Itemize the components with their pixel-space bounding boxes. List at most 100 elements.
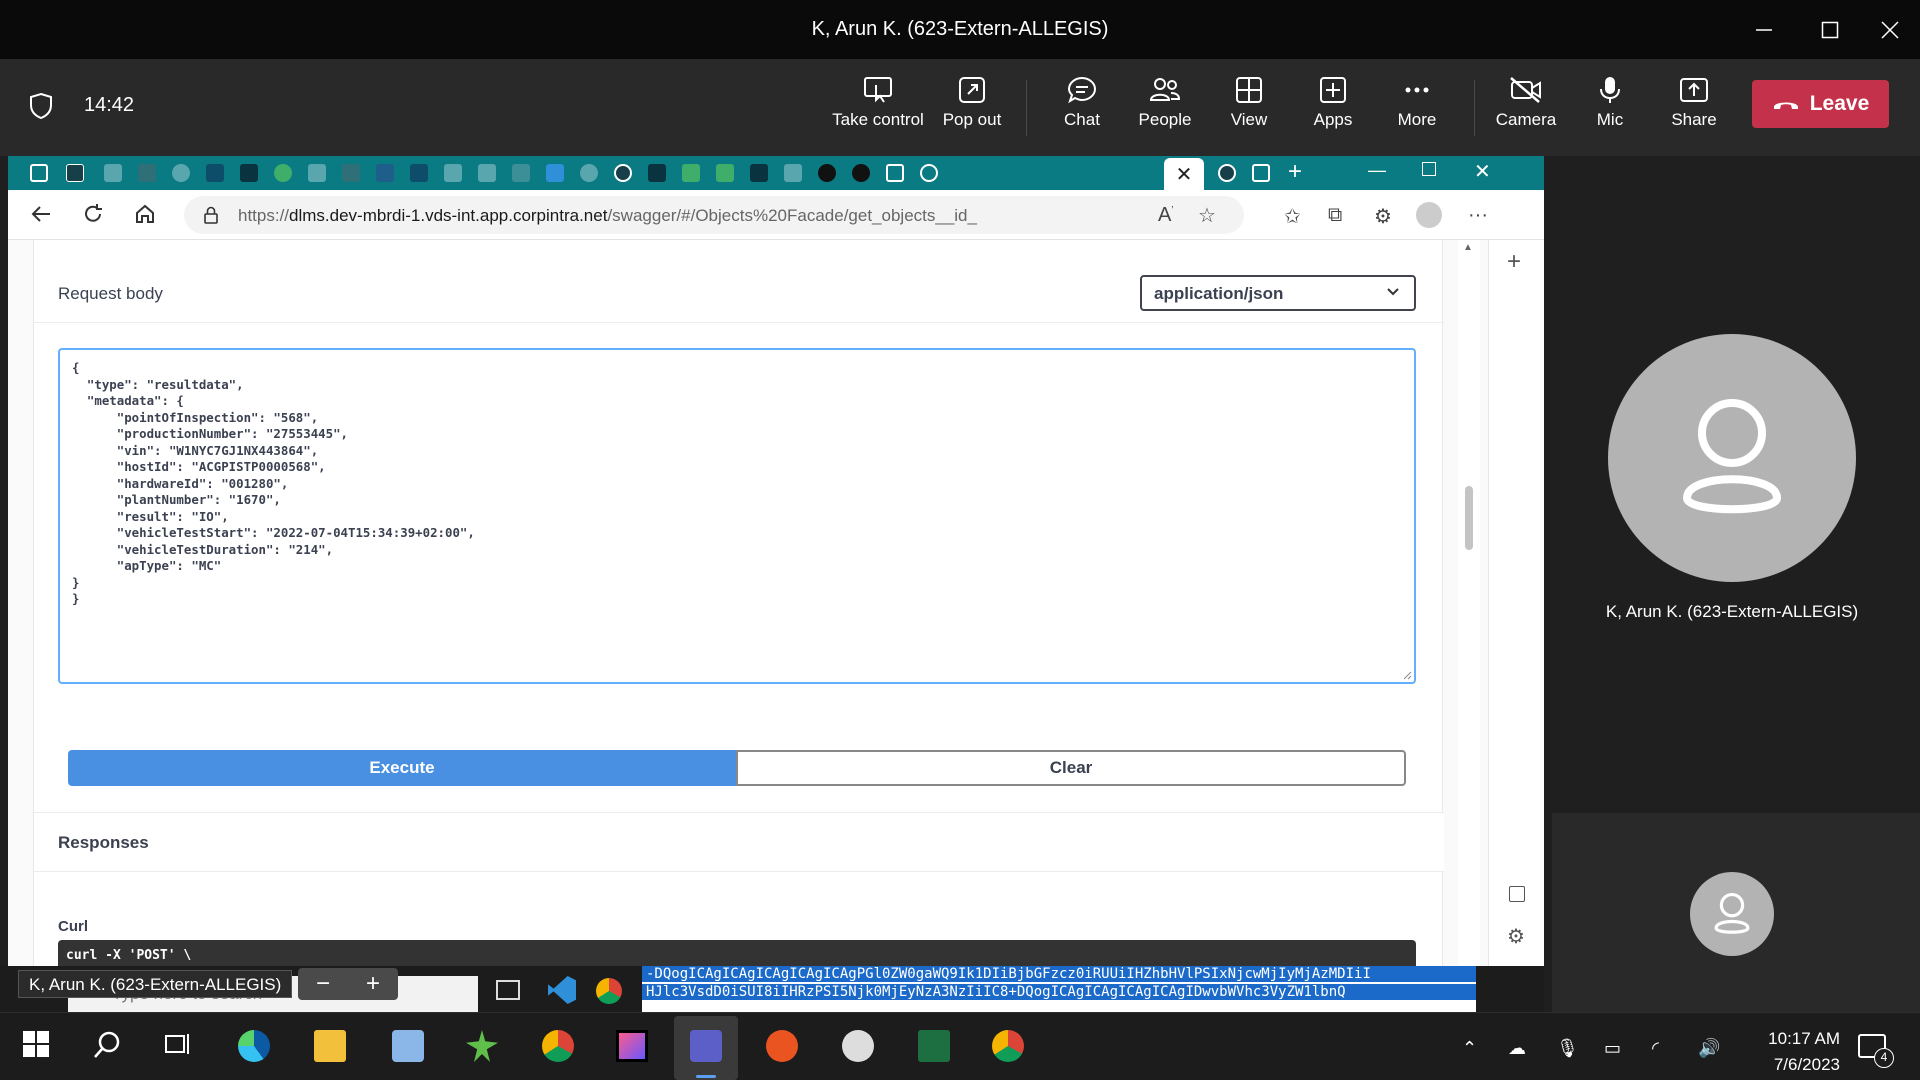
windows-start-icon[interactable] — [22, 1030, 54, 1062]
new-tab-icon[interactable]: + — [1288, 158, 1302, 186]
pop-out-button[interactable]: Pop out — [924, 76, 1020, 130]
tab-favicon[interactable] — [750, 164, 768, 182]
tab-favicon[interactable] — [274, 164, 292, 182]
camera-button[interactable]: Camera — [1478, 76, 1574, 130]
settings-gear-icon[interactable] — [842, 1030, 874, 1062]
zoom-in-icon[interactable]: + — [366, 970, 380, 998]
back-icon[interactable] — [30, 203, 52, 231]
sidebar-toggle-icon[interactable] — [1509, 886, 1525, 902]
tab-favicon[interactable] — [682, 164, 700, 182]
home-icon[interactable] — [134, 203, 156, 231]
favorite-star-icon[interactable]: ☆ — [1198, 203, 1216, 228]
tab-favicon[interactable] — [920, 164, 938, 182]
tab-favicon[interactable] — [172, 164, 190, 182]
apps-button[interactable]: Apps — [1285, 76, 1381, 130]
profile-avatar[interactable] — [1416, 202, 1442, 228]
app-icon[interactable] — [392, 1030, 424, 1062]
battery-icon[interactable]: ▭ — [1604, 1038, 1621, 1059]
teams-icon[interactable] — [690, 1030, 722, 1062]
tab-favicon[interactable] — [342, 164, 360, 182]
tab-favicon[interactable] — [580, 164, 598, 182]
tab-favicon[interactable] — [478, 164, 496, 182]
tab-favicon[interactable] — [240, 164, 258, 182]
tab-favicon[interactable] — [376, 164, 394, 182]
tab-favicon[interactable] — [1252, 164, 1270, 182]
chrome-icon[interactable] — [596, 978, 622, 1004]
tab-actions-icon[interactable] — [66, 164, 84, 182]
tab-favicon[interactable] — [138, 164, 156, 182]
browser-close-icon[interactable]: ✕ — [1474, 159, 1491, 184]
execute-button[interactable]: Execute — [68, 750, 736, 786]
minimize-button[interactable] — [1746, 12, 1782, 48]
chat-button[interactable]: Chat — [1034, 76, 1130, 130]
active-tab[interactable]: ✕ — [1164, 158, 1204, 190]
tab-favicon[interactable] — [648, 164, 666, 182]
chrome-icon[interactable] — [542, 1030, 574, 1062]
onedrive-icon[interactable]: ☁ — [1508, 1038, 1526, 1059]
search-icon[interactable] — [92, 1030, 124, 1062]
task-view-icon[interactable] — [496, 980, 520, 1000]
tab-favicon[interactable] — [104, 164, 122, 182]
leave-button[interactable]: Leave — [1752, 80, 1889, 128]
tab-favicon[interactable] — [512, 164, 530, 182]
github-icon[interactable] — [614, 164, 632, 182]
taskbar-clock[interactable]: 10:17 AM 7/6/2023 — [1730, 1026, 1840, 1078]
tab-favicon[interactable] — [410, 164, 428, 182]
request-body-json[interactable]: { "type": "resultdata", "metadata": { "p… — [72, 360, 1402, 608]
view-button[interactable]: View — [1201, 76, 1297, 130]
workspaces-icon[interactable] — [30, 164, 48, 182]
tab-favicon[interactable] — [852, 164, 870, 182]
volume-icon[interactable]: 🔊 — [1698, 1038, 1720, 1059]
close-tab-icon[interactable]: ✕ — [1176, 162, 1193, 187]
ubuntu-icon[interactable] — [766, 1030, 798, 1062]
content-type-select[interactable]: application/json — [1140, 275, 1416, 311]
browser-restore-icon[interactable] — [1422, 162, 1436, 176]
sidebar-add-icon[interactable]: + — [1507, 248, 1521, 276]
intellij-icon[interactable] — [616, 1030, 648, 1062]
extensions-icon[interactable]: ⚙ — [1374, 204, 1392, 229]
file-explorer-icon[interactable] — [314, 1030, 346, 1062]
wifi-icon[interactable]: ◜ — [1652, 1038, 1659, 1059]
microphone-tray-icon[interactable]: 🎙 — [1556, 1038, 1579, 1059]
sidebar-settings-icon[interactable]: ⚙ — [1507, 924, 1525, 949]
tab-favicon[interactable] — [818, 164, 836, 182]
excel-icon[interactable] — [918, 1030, 950, 1062]
tab-favicon[interactable] — [784, 164, 802, 182]
close-button[interactable] — [1872, 12, 1908, 48]
tab-favicon[interactable] — [886, 164, 904, 182]
page-scrollbar[interactable]: ▲ ▼ — [1458, 240, 1480, 1012]
lock-icon[interactable] — [204, 206, 218, 229]
share-button[interactable]: Share — [1646, 76, 1742, 130]
settings-more-icon[interactable]: ··· — [1468, 204, 1488, 227]
request-body-editor[interactable]: { "type": "resultdata", "metadata": { "p… — [58, 348, 1416, 684]
read-aloud-icon[interactable]: Aʼ — [1158, 204, 1174, 227]
tab-favicon[interactable] — [716, 164, 734, 182]
selected-line: -DQogICAgICAgICAgICAgICAgPGl0ZW0gaWQ9Ik1… — [642, 966, 1476, 982]
tab-favicon[interactable] — [206, 164, 224, 182]
show-hidden-icons[interactable]: ⌃ — [1462, 1038, 1477, 1059]
people-button[interactable]: People — [1117, 76, 1213, 130]
clear-button[interactable]: Clear — [736, 750, 1406, 786]
task-view-icon[interactable] — [164, 1030, 196, 1062]
take-control-button[interactable]: Take control — [830, 76, 926, 130]
mic-button[interactable]: Mic — [1562, 76, 1658, 130]
scroll-up-icon[interactable]: ▲ — [1463, 242, 1473, 253]
participant-avatar[interactable] — [1608, 334, 1856, 582]
tab-favicon[interactable] — [546, 164, 564, 182]
url-field[interactable]: https://dlms.dev-mbrdi-1.vds-int.app.cor… — [184, 196, 1244, 234]
favorites-icon[interactable]: ✩ — [1284, 204, 1301, 229]
self-avatar[interactable] — [1690, 872, 1774, 956]
tab-favicon[interactable] — [308, 164, 326, 182]
maximize-button[interactable] — [1812, 12, 1848, 48]
scrollbar-thumb[interactable] — [1465, 486, 1473, 550]
browser-minimize-icon[interactable]: — — [1368, 160, 1386, 181]
reload-icon[interactable] — [82, 203, 104, 231]
selected-text-snippet[interactable]: -DQogICAgICAgICAgICAgICAgPGl0ZW0gaWQ9Ik1… — [642, 966, 1476, 1012]
chrome-profile-icon[interactable] — [992, 1030, 1024, 1062]
github-icon[interactable] — [1218, 164, 1236, 182]
collections-icon[interactable]: ⧉ — [1328, 204, 1342, 227]
more-button[interactable]: More — [1369, 76, 1465, 130]
tab-favicon[interactable] — [444, 164, 462, 182]
zoom-out-icon[interactable]: − — [316, 970, 330, 998]
edge-icon[interactable] — [238, 1030, 270, 1062]
